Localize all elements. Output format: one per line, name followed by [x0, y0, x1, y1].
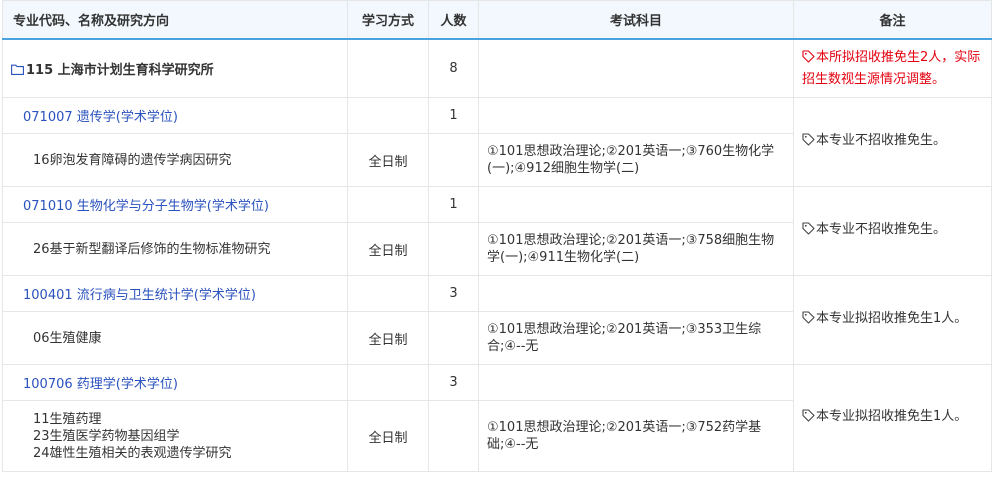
major-row: 100706 药理学(学术学位) 3 本专业拟招收推免生1人。 [2, 364, 992, 472]
exam-subjects: ①101思想政治理论;②201英语一;③760生物化学(一);④912细胞生物学… [478, 133, 794, 187]
folder-icon [11, 64, 24, 79]
study-mode: 全日制 [347, 133, 429, 187]
department-cell: 115 上海市计划生育科学研究所 [2, 38, 348, 98]
department-name: 115 上海市计划生育科学研究所 [26, 62, 214, 78]
tag-icon [802, 49, 815, 70]
research-direction: 24雄性生殖相关的表观遗传学研究 [33, 445, 232, 461]
tag-icon [802, 311, 815, 331]
major-row: 100401 流行病与卫生统计学(学术学位) 3 本专业拟招收推免生1人。 [2, 275, 992, 365]
department-count: 8 [428, 38, 479, 98]
major-count: 1 [428, 186, 479, 223]
major-row: 071007 遗传学(学术学位) 1 本专业不招收推免生。 [2, 97, 992, 187]
tag-icon [802, 409, 815, 429]
major-remark: 本专业不招收推免生。 [816, 133, 947, 148]
research-direction: 06生殖健康 [2, 311, 348, 365]
table-header-row: 专业代码、名称及研究方向 学习方式 人数 考试科目 备注 [2, 0, 992, 40]
major-count: 1 [428, 97, 479, 134]
major-remark-cell: 本专业拟招收推免生1人。 [793, 275, 992, 365]
header-exam: 考试科目 [478, 0, 794, 40]
research-direction: 11生殖药理 [33, 411, 102, 427]
exam-subjects: ①101思想政治理论;②201英语一;③752药学基础;④--无 [478, 400, 794, 472]
tag-icon [802, 133, 815, 153]
major-remark: 本专业不招收推免生。 [816, 222, 947, 237]
major-count: 3 [428, 364, 479, 401]
department-exam-cell [478, 38, 794, 98]
research-direction-list: 11生殖药理 23生殖医学药物基因组学 24雄性生殖相关的表观遗传学研究 [2, 400, 348, 472]
major-row: 071010 生物化学与分子生物学(学术学位) 1 本专业不招收推免生。 [2, 186, 992, 276]
header-code-name: 专业代码、名称及研究方向 [2, 0, 348, 40]
major-remark-cell: 本专业不招收推免生。 [793, 97, 992, 187]
major-remark: 本专业拟招收推免生1人。 [816, 311, 968, 326]
study-mode: 全日制 [347, 222, 429, 276]
major-name-link[interactable]: 071007 遗传学(学术学位) [2, 97, 348, 134]
exam-subjects: ①101思想政治理论;②201英语一;③353卫生综合;④--无 [478, 311, 794, 365]
study-mode: 全日制 [347, 311, 429, 365]
research-direction: 16卵泡发育障碍的遗传学病因研究 [2, 133, 348, 187]
header-count: 人数 [428, 0, 479, 40]
major-remark-cell: 本专业拟招收推免生1人。 [793, 364, 992, 472]
major-remark-cell: 本专业不招收推免生。 [793, 186, 992, 276]
research-direction: 26基于新型翻译后修饰的生物标准物研究 [2, 222, 348, 276]
department-remark-cell: 本所拟招收推免生2人，实际招生数视生源情况调整。 [793, 38, 992, 98]
major-name-link[interactable]: 071010 生物化学与分子生物学(学术学位) [2, 186, 348, 223]
admissions-table: 专业代码、名称及研究方向 学习方式 人数 考试科目 备注 115 上海市计划生育… [2, 0, 992, 472]
major-name-link[interactable]: 100706 药理学(学术学位) [2, 364, 348, 401]
header-mode: 学习方式 [347, 0, 429, 40]
department-mode-cell [347, 38, 429, 98]
header-remark: 备注 [793, 0, 992, 40]
major-name-link[interactable]: 100401 流行病与卫生统计学(学术学位) [2, 275, 348, 312]
exam-subjects: ①101思想政治理论;②201英语一;③758细胞生物学(一);④911生物化学… [478, 222, 794, 276]
major-count: 3 [428, 275, 479, 312]
tag-icon [802, 222, 815, 242]
department-row: 115 上海市计划生育科学研究所 8 本所拟招收推免生2人，实际招生数视生源情况… [2, 38, 992, 98]
department-remark: 本所拟招收推免生2人，实际招生数视生源情况调整。 [802, 49, 981, 87]
study-mode: 全日制 [347, 400, 429, 472]
research-direction: 23生殖医学药物基因组学 [33, 428, 180, 444]
major-remark: 本专业拟招收推免生1人。 [816, 409, 968, 424]
